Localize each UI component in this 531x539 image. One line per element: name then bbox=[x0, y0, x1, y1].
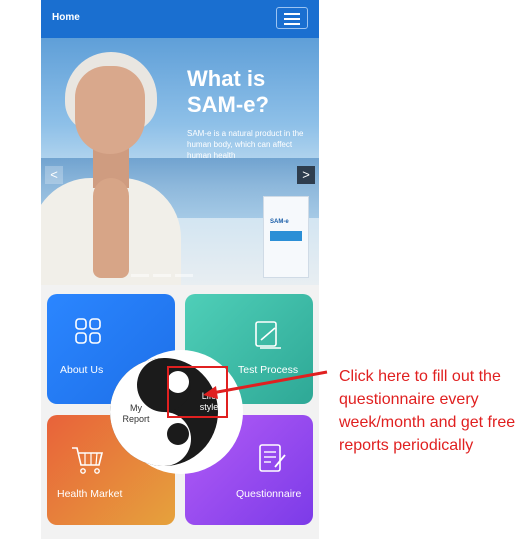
about-us-label: About Us bbox=[60, 364, 104, 376]
test-process-icon bbox=[255, 321, 281, 349]
yang-dot bbox=[167, 423, 189, 445]
my-report-text[interactable]: My Report bbox=[118, 403, 154, 425]
chevron-left-icon[interactable]: < bbox=[45, 166, 63, 184]
carousel-indicators[interactable] bbox=[131, 274, 211, 277]
promo-carousel[interactable]: What is SAM-e? SAM-e is a natural produc… bbox=[41, 38, 319, 285]
product-stripe bbox=[270, 231, 302, 241]
top-navigation-bar: Home bbox=[41, 0, 319, 38]
banner-headline: What is SAM-e? bbox=[187, 66, 269, 117]
banner-subtext: SAM-e is a natural product in the human … bbox=[187, 129, 304, 160]
grid-icon bbox=[75, 318, 101, 344]
page-title: Home bbox=[52, 12, 80, 23]
checklist-icon bbox=[259, 444, 286, 472]
lifestyle-highlight-box[interactable] bbox=[167, 366, 228, 418]
questionnaire-label: Questionnaire bbox=[236, 488, 302, 500]
chevron-right-icon[interactable]: > bbox=[297, 166, 315, 184]
product-name: SAM-e bbox=[270, 219, 289, 225]
shopping-cart-icon bbox=[72, 447, 104, 474]
hamburger-menu-button[interactable] bbox=[276, 7, 308, 29]
product-box-image: SAM-e bbox=[263, 196, 309, 278]
health-market-label: Health Market bbox=[57, 488, 123, 500]
woman-face bbox=[75, 66, 145, 154]
test-process-label: Test Process bbox=[238, 364, 299, 376]
woman-hands bbox=[93, 178, 129, 278]
annotation-callout: Click here to fill out the questionnaire… bbox=[339, 368, 516, 454]
